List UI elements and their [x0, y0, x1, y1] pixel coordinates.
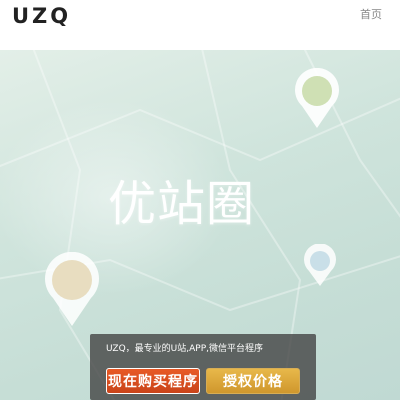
location-pin-icon [295, 68, 339, 128]
location-pin-icon [45, 252, 99, 326]
hero-banner: 优站圈 UZQ，最专业的U站,APP,微信平台程序 现在购买程序 授权价格 [0, 50, 400, 400]
hero-title: 优站圈 [108, 176, 256, 232]
promo-panel: UZQ，最专业的U站,APP,微信平台程序 现在购买程序 授权价格 [90, 334, 316, 400]
license-price-button[interactable]: 授权价格 [206, 368, 300, 394]
buy-now-button[interactable]: 现在购买程序 [106, 368, 200, 394]
top-bar: UZQ 首页 [0, 0, 400, 50]
site-logo[interactable]: UZQ [12, 4, 71, 28]
promo-text: UZQ，最专业的U站,APP,微信平台程序 [106, 344, 263, 354]
location-pin-icon [304, 244, 336, 286]
nav-home-link[interactable]: 首页 [360, 7, 382, 23]
